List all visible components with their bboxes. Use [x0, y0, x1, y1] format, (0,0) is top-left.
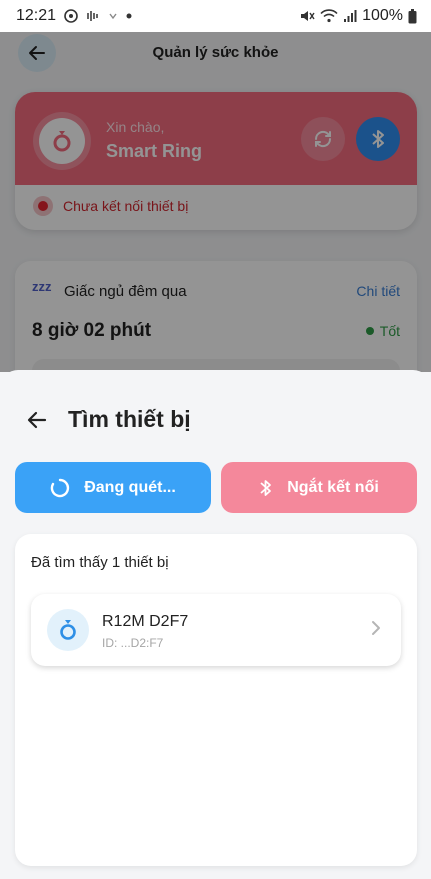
more-notifications-dot-icon	[126, 13, 132, 19]
notification-app-icon	[64, 9, 78, 23]
device-id: ID: ...D2:F7	[102, 636, 164, 650]
ring-icon	[60, 620, 76, 640]
disconnect-button[interactable]: Ngắt kết nối	[221, 462, 417, 513]
sheet-back-button[interactable]	[22, 405, 52, 435]
scan-button-label: Đang quét...	[84, 478, 176, 496]
status-time: 12:21	[16, 7, 57, 24]
chevron-right-icon	[371, 620, 381, 641]
device-list-item[interactable]: R12M D2F7 ID: ...D2:F7	[31, 594, 401, 666]
notification-small-icon	[108, 11, 118, 21]
mute-icon	[299, 8, 315, 24]
arrow-left-icon	[27, 411, 47, 429]
modal-scrim[interactable]	[0, 32, 431, 372]
disconnect-button-label: Ngắt kết nối	[287, 478, 379, 496]
loading-spinner-icon	[50, 478, 70, 497]
signal-icon	[343, 9, 357, 23]
battery-icon	[408, 8, 417, 24]
voicemail-icon	[86, 10, 100, 22]
scan-button[interactable]: Đang quét...	[15, 462, 211, 513]
wifi-icon	[320, 9, 338, 23]
find-device-sheet: Tìm thiết bị Đang quét... Ngắt kết nối Đ…	[0, 370, 431, 879]
bluetooth-icon	[260, 479, 272, 496]
sheet-title: Tìm thiết bị	[68, 406, 191, 432]
battery-percent: 100%	[362, 7, 403, 24]
found-devices-card: Đã tìm thấy 1 thiết bị R12M D2F7 ID: ...…	[15, 534, 417, 866]
status-bar: 12:21 100%	[0, 0, 431, 32]
device-avatar	[47, 609, 89, 651]
device-name: R12M D2F7	[102, 613, 189, 630]
found-count: Đã tìm thấy 1 thiết bị	[31, 554, 169, 571]
